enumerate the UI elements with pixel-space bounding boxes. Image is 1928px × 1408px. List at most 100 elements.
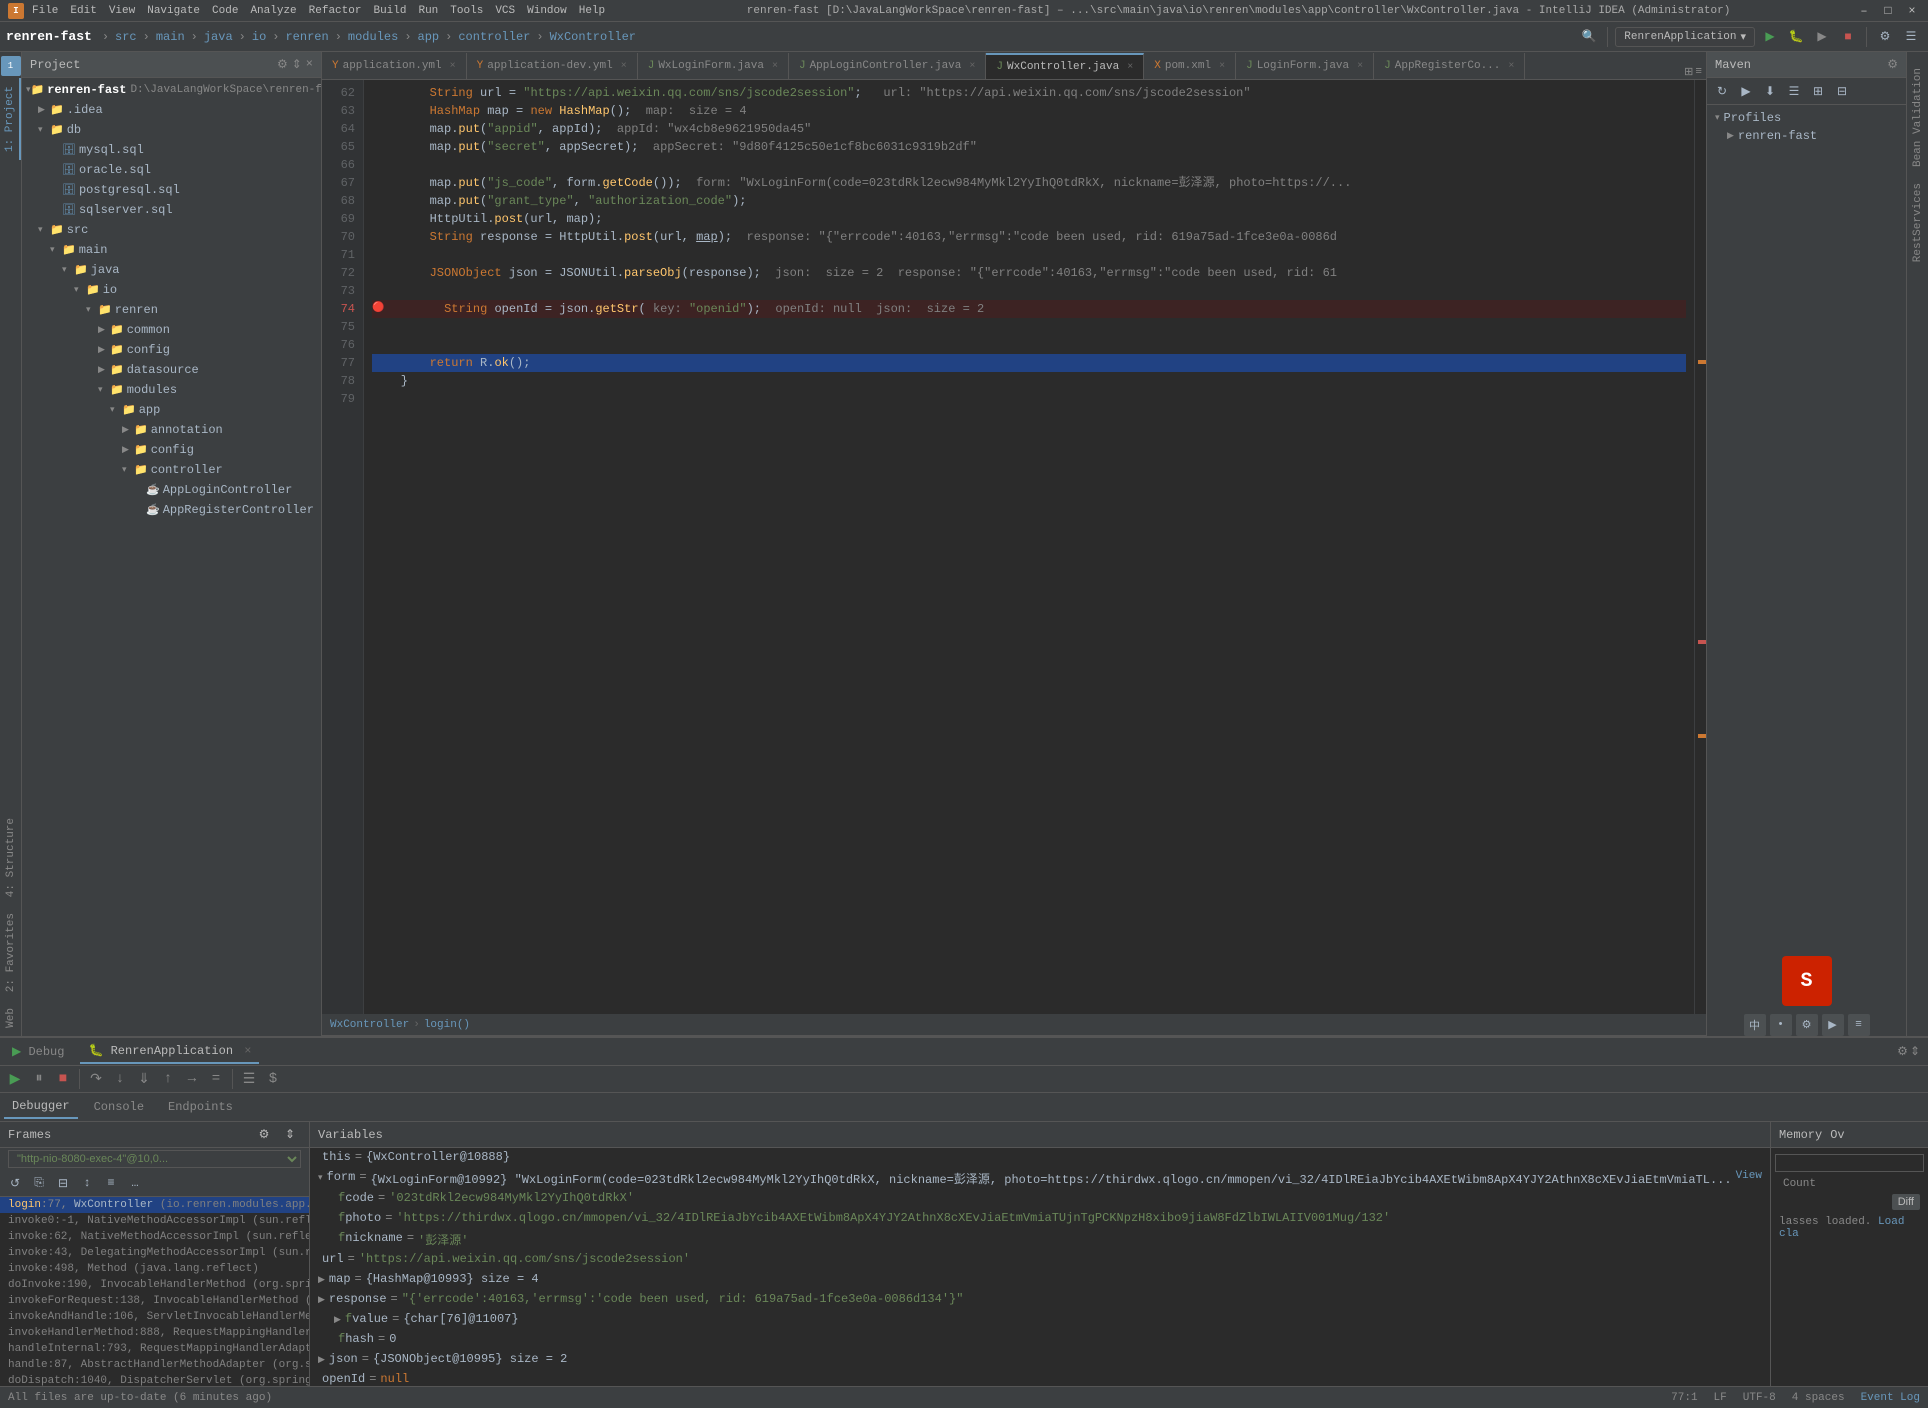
run-button[interactable]: ▶: [1759, 26, 1781, 48]
menu-edit[interactable]: Edit: [70, 5, 96, 17]
debug-panel-expand-icon[interactable]: ⇕: [1910, 1044, 1920, 1059]
debug-step-out-button[interactable]: ↑: [157, 1068, 179, 1090]
path-app[interactable]: app: [418, 30, 440, 44]
tab-close-applogincontroller[interactable]: ×: [969, 61, 975, 72]
tree-item-idea[interactable]: ▶ 📁 .idea: [22, 100, 321, 120]
tree-item-mysql[interactable]: 🗄 mysql.sql: [22, 140, 321, 160]
maven-icon-5[interactable]: ≡: [1848, 1014, 1870, 1036]
debug-resume-button[interactable]: ▶: [4, 1068, 26, 1090]
menu-window[interactable]: Window: [527, 5, 567, 17]
debug-renren-tab[interactable]: 🐛 RenrenApplication ×: [80, 1039, 259, 1064]
tree-item-java[interactable]: ▾ 📁 java: [22, 260, 321, 280]
debug-step-into-button[interactable]: ↓: [109, 1068, 131, 1090]
sidebar-item-restservices[interactable]: RestServices: [1909, 175, 1927, 270]
minimize-button[interactable]: –: [1856, 3, 1872, 19]
tree-item-app[interactable]: ▾ 📁 app: [22, 400, 321, 420]
menu-file[interactable]: File: [32, 5, 58, 17]
thread-dropdown[interactable]: "http-nio-8080-exec-4"@10,0...: [8, 1150, 301, 1168]
frame-item-3[interactable]: invoke:43, DelegatingMethodAccessorImpl …: [0, 1245, 309, 1261]
maven-download-icon[interactable]: ⬇: [1759, 80, 1781, 102]
frame-item-11[interactable]: doDispatch:1040, DispatcherServlet (org.…: [0, 1373, 309, 1386]
frame-item-1[interactable]: invoke0:-1, NativeMethodAccessorImpl (su…: [0, 1213, 309, 1229]
var-item-map[interactable]: ▶ map = {HashMap@10993} size = 4: [310, 1270, 1770, 1290]
var-arrow-form[interactable]: ▾: [318, 1173, 323, 1183]
maven-collapse-icon[interactable]: ⊟: [1831, 80, 1853, 102]
tab-close-loginform[interactable]: ×: [1357, 61, 1363, 72]
var-item-json[interactable]: ▶ json = {JSONObject@10995} size = 2: [310, 1350, 1770, 1370]
tab-settings-icon[interactable]: ≡: [1695, 66, 1702, 78]
tab-loginform[interactable]: J LoginForm.java ×: [1236, 53, 1374, 79]
status-position[interactable]: 77:1: [1671, 1392, 1697, 1404]
tab-endpoints[interactable]: Endpoints: [160, 1096, 241, 1118]
status-encoding[interactable]: UTF-8: [1743, 1392, 1776, 1404]
status-indent[interactable]: 4 spaces: [1792, 1392, 1845, 1404]
menu-refactor[interactable]: Refactor: [309, 5, 362, 17]
tab-close-wxloginform[interactable]: ×: [772, 61, 778, 72]
path-java[interactable]: java: [204, 30, 233, 44]
maven-run-icon[interactable]: ▶: [1735, 80, 1757, 102]
menu-navigate[interactable]: Navigate: [147, 5, 200, 17]
diff-button[interactable]: Diff: [1892, 1194, 1920, 1210]
frames-scroll-icon[interactable]: ↕: [76, 1172, 98, 1194]
maven-expand-icon[interactable]: ⊞: [1807, 80, 1829, 102]
form-view-link[interactable]: View: [1736, 1170, 1762, 1182]
menu-run[interactable]: Run: [418, 5, 438, 17]
tree-item-config2[interactable]: ▶ 📁 config: [22, 440, 321, 460]
var-item-this[interactable]: this = {WxController@10888}: [310, 1148, 1770, 1168]
sdk-icon[interactable]: ☰: [1900, 26, 1922, 48]
tree-item-common[interactable]: ▶ 📁 common: [22, 320, 321, 340]
status-line-sep[interactable]: LF: [1714, 1392, 1727, 1404]
close-button[interactable]: ×: [1904, 3, 1920, 19]
frame-item-10[interactable]: handle:87, AbstractHandlerMethodAdapter …: [0, 1357, 309, 1373]
var-item-value[interactable]: ▶ f value = {char[76]@11007}: [310, 1310, 1770, 1330]
code-content[interactable]: String url = "https://api.weixin.qq.com/…: [364, 80, 1694, 1014]
tree-item-renren-fast[interactable]: ▾ 📁 renren-fast D:\JavaLangWorkSpace\ren…: [22, 80, 321, 100]
tree-item-main[interactable]: ▾ 📁 main: [22, 240, 321, 260]
maven-item-renren-fast[interactable]: ▶ renren-fast: [1711, 127, 1902, 145]
tab-console[interactable]: Console: [86, 1096, 152, 1118]
frames-settings-icon[interactable]: ⚙: [253, 1124, 275, 1146]
tab-appregisterco[interactable]: J AppRegisterCo... ×: [1374, 53, 1525, 79]
tab-debugger[interactable]: Debugger: [4, 1095, 78, 1119]
tab-close-wxcontroller[interactable]: ×: [1127, 62, 1133, 73]
frames-expand-icon[interactable]: ⇕: [279, 1124, 301, 1146]
sidebar-item-web[interactable]: Web: [2, 1000, 20, 1036]
maven-refresh-icon[interactable]: ↻: [1711, 80, 1733, 102]
tree-item-postgresql[interactable]: 🗄 postgresql.sql: [22, 180, 321, 200]
frames-filter-icon[interactable]: ⊟: [52, 1172, 74, 1194]
menu-vcs[interactable]: VCS: [495, 5, 515, 17]
tree-item-applogincontroller[interactable]: ☕ AppLoginController: [22, 480, 321, 500]
debug-close-icon[interactable]: ×: [244, 1044, 251, 1058]
tree-item-datasource[interactable]: ▶ 📁 datasource: [22, 360, 321, 380]
frame-item-9[interactable]: handleInternal:793, RequestMappingHandle…: [0, 1341, 309, 1357]
tree-item-modules[interactable]: ▾ 📁 modules: [22, 380, 321, 400]
maven-lifecycle-icon[interactable]: ☰: [1783, 80, 1805, 102]
maven-item-profiles[interactable]: ▾ Profiles: [1711, 109, 1902, 127]
run-config-selector[interactable]: RenrenApplication ▾: [1615, 27, 1755, 47]
var-arrow-value[interactable]: ▶: [334, 1315, 341, 1325]
debug-variables-button[interactable]: $: [262, 1068, 284, 1090]
debug-section-tab[interactable]: ▶ Debug: [4, 1040, 72, 1063]
event-log-link[interactable]: Event Log: [1861, 1392, 1920, 1404]
tab-close-appregisterco[interactable]: ×: [1508, 61, 1514, 72]
project-expand-icon[interactable]: ⇕: [292, 57, 302, 72]
menu-tools[interactable]: Tools: [450, 5, 483, 17]
frame-item-2[interactable]: invoke:62, NativeMethodAccessorImpl (sun…: [0, 1229, 309, 1245]
tree-item-config[interactable]: ▶ 📁 config: [22, 340, 321, 360]
menu-code[interactable]: Code: [212, 5, 238, 17]
frames-more-icon[interactable]: …: [124, 1172, 146, 1194]
var-arrow-json[interactable]: ▶: [318, 1355, 325, 1365]
sidebar-item-favorites[interactable]: 2: Favorites: [2, 905, 20, 1000]
frames-restore-icon[interactable]: ↺: [4, 1172, 26, 1194]
path-renren[interactable]: renren: [285, 30, 328, 44]
sidebar-item-bean-validation[interactable]: Bean Validation: [1909, 60, 1927, 175]
debug-stop-button[interactable]: ■: [52, 1068, 74, 1090]
maven-settings-icon[interactable]: ⚙: [1887, 57, 1898, 72]
frame-item-4[interactable]: invoke:498, Method (java.lang.reflect): [0, 1261, 309, 1277]
stop-button[interactable]: ■: [1837, 26, 1859, 48]
maven-icon-1[interactable]: 中: [1744, 1014, 1766, 1036]
maven-icon-4[interactable]: ▶: [1822, 1014, 1844, 1036]
menu-view[interactable]: View: [109, 5, 135, 17]
frame-item-8[interactable]: invokeHandlerMethod:888, RequestMappingH…: [0, 1325, 309, 1341]
maven-icon-3[interactable]: ⚙: [1796, 1014, 1818, 1036]
